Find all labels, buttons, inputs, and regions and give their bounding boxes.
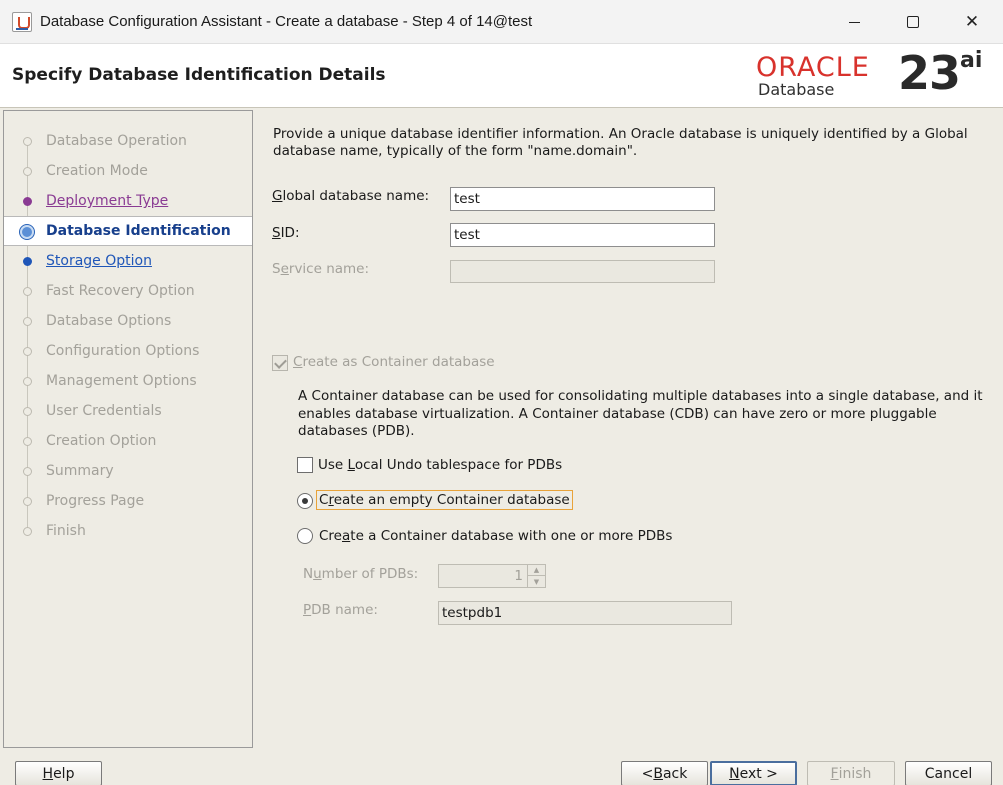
local-undo-checkbox[interactable]: [297, 457, 313, 473]
sidebar-item-label: Database Operation: [46, 133, 187, 149]
current-step-icon: [20, 225, 34, 239]
sidebar-item-label: Fast Recovery Option: [46, 283, 195, 299]
sidebar-item-database-options: Database Options: [4, 306, 252, 336]
logo-product: Database: [758, 80, 835, 99]
maximize-button[interactable]: [890, 0, 936, 44]
step-dot-icon: [23, 197, 32, 206]
cdb-with-pdbs-label[interactable]: Create a Container database with one or …: [316, 526, 675, 546]
sidebar-item-database-identification: Database Identification: [4, 216, 252, 246]
step-dot-icon: [23, 347, 32, 356]
step-dot-icon: [23, 377, 32, 386]
maximize-icon: [907, 16, 919, 28]
intro-text: Provide a unique database identifier inf…: [273, 126, 968, 159]
cdb-with-pdbs-radio[interactable]: [297, 528, 313, 544]
cdb-description: A Container database can be used for con…: [298, 388, 983, 439]
sidebar-item-label: Database Options: [46, 313, 172, 329]
sidebar-item-label[interactable]: Storage Option: [46, 253, 152, 269]
chevron-down-icon: ▼: [533, 577, 540, 586]
stepper-buttons: ▲ ▼: [527, 565, 545, 587]
logo-version: 23: [898, 46, 961, 100]
window-titlebar: Database Configuration Assistant - Creat…: [0, 0, 1003, 44]
minimize-icon: [848, 21, 860, 23]
step-dot-icon: [23, 137, 32, 146]
sidebar-item-user-credentials: User Credentials: [4, 396, 252, 426]
sidebar-item-progress-page: Progress Page: [4, 486, 252, 516]
num-pdbs-value: 1: [514, 568, 523, 584]
pdb-name-label: PDB name:: [303, 602, 378, 618]
sidebar-item-label[interactable]: Deployment Type: [46, 193, 168, 209]
next-button[interactable]: Next >: [710, 761, 797, 785]
sidebar-item-configuration-options: Configuration Options: [4, 336, 252, 366]
sidebar-item-label: Creation Option: [46, 433, 157, 449]
step-dot-icon: [23, 407, 32, 416]
step-dot-icon: [23, 167, 32, 176]
sidebar-item-label: Finish: [46, 523, 86, 539]
help-button[interactable]: Help: [15, 761, 102, 785]
step-dot-icon: [23, 497, 32, 506]
sidebar-item-creation-mode: Creation Mode: [4, 156, 252, 186]
window-title: Database Configuration Assistant - Creat…: [40, 13, 533, 30]
step-dot-icon: [23, 287, 32, 296]
step-dot-icon: [23, 527, 32, 536]
container-database-label: Create as Container database: [293, 354, 495, 370]
sidebar-item-database-operation: Database Operation: [4, 126, 252, 156]
chevron-up-icon: ▲: [528, 565, 545, 576]
page-header: Specify Database Identification Details …: [0, 44, 1003, 108]
java-app-icon: [12, 12, 32, 32]
pdb-name-input: [438, 601, 732, 625]
sidebar-item-fast-recovery-option: Fast Recovery Option: [4, 276, 252, 306]
sidebar-item-label: Management Options: [46, 373, 197, 389]
sidebar-item-summary: Summary: [4, 456, 252, 486]
sidebar-item-management-options: Management Options: [4, 366, 252, 396]
service-name-label: Service name:: [272, 261, 370, 277]
global-db-name-input[interactable]: [450, 187, 715, 211]
sidebar-item-label: Progress Page: [46, 493, 145, 509]
finish-button: Finish: [807, 761, 895, 785]
close-icon: ✕: [964, 12, 980, 32]
step-dot-icon: [23, 257, 32, 266]
steps-sidebar: Database Operation Creation Mode Deploym…: [3, 110, 253, 748]
container-database-checkbox: [272, 355, 288, 371]
sidebar-item-label: Summary: [46, 463, 114, 479]
logo-version-suffix: ai: [960, 48, 983, 73]
step-dot-icon: [23, 437, 32, 446]
minimize-button[interactable]: [831, 0, 877, 44]
sidebar-item-label: Database Identification: [46, 223, 231, 239]
logo-brand: ORACLE: [756, 52, 870, 83]
step-dot-icon: [23, 317, 32, 326]
sidebar-item-label: Configuration Options: [46, 343, 200, 359]
sidebar-item-creation-option: Creation Option: [4, 426, 252, 456]
service-name-input: [450, 260, 715, 283]
empty-cdb-label[interactable]: Create an empty Container database: [316, 490, 573, 510]
sid-input[interactable]: [450, 223, 715, 247]
num-pdbs-stepper: 1 ▲ ▼: [438, 564, 546, 588]
content-panel: Provide a unique database identifier inf…: [255, 110, 1003, 748]
step-dot-icon: [23, 467, 32, 476]
page-title: Specify Database Identification Details: [12, 65, 386, 85]
empty-cdb-radio[interactable]: [297, 493, 313, 509]
sidebar-item-deployment-type[interactable]: Deployment Type: [4, 186, 252, 216]
cancel-button[interactable]: Cancel: [905, 761, 992, 785]
oracle-logo: ORACLE Database 23 ai: [756, 46, 986, 104]
sid-label: SID:: [272, 225, 300, 241]
back-button[interactable]: < Back: [621, 761, 708, 785]
local-undo-label[interactable]: Use Local Undo tablespace for PDBs: [318, 457, 562, 473]
sidebar-item-finish: Finish: [4, 516, 252, 546]
close-button[interactable]: ✕: [949, 0, 995, 44]
sidebar-item-label: Creation Mode: [46, 163, 148, 179]
num-pdbs-label: Number of PDBs:: [303, 566, 419, 582]
global-db-name-label: Global database name:: [272, 188, 430, 204]
sidebar-item-storage-option[interactable]: Storage Option: [4, 246, 252, 276]
sidebar-item-label: User Credentials: [46, 403, 162, 419]
